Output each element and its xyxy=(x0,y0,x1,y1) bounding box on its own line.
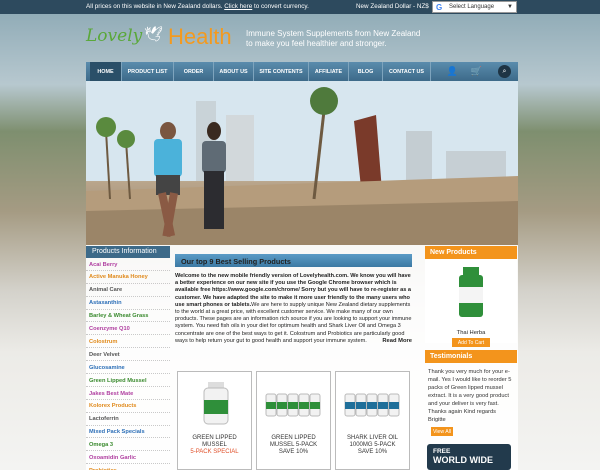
sidebar-item[interactable]: Colostrum xyxy=(86,335,170,349)
sidebar-item[interactable]: Green Lipped Mussel xyxy=(86,374,170,387)
nav-contact-us[interactable]: CONTACT US xyxy=(383,62,431,81)
banner-line1: FREE xyxy=(433,448,451,455)
nav-product-list[interactable]: PRODUCT LIST xyxy=(122,62,174,81)
nav-site-contents[interactable]: SITE CONTENTS xyxy=(254,62,309,81)
site-tagline: Immune System Supplements from New Zeala… xyxy=(246,29,420,49)
google-icon: G xyxy=(436,3,443,12)
language-select[interactable]: G Select Language ▼ xyxy=(432,1,517,13)
nav-home[interactable]: HOME xyxy=(90,62,122,81)
testimonials: Testimonials Thank you very much for you… xyxy=(425,350,517,436)
convert-currency-link[interactable]: Click here xyxy=(224,3,252,10)
product-card[interactable]: GREEN LIPPED MUSSEL 5-PACK SAVE 10% xyxy=(256,371,331,470)
intro-text: Welcome to the new mobile friendly versi… xyxy=(175,273,412,345)
hero-image xyxy=(86,81,518,245)
free-shipping-banner[interactable]: FREE WORLD WIDE xyxy=(427,444,511,470)
currency-message: All prices on this website in New Zealan… xyxy=(86,3,309,10)
sidebar-item[interactable]: Active Manuka Honey xyxy=(86,271,170,284)
intro-rest: We are here to supply unique New Zealand… xyxy=(175,301,412,344)
logo-health: Health xyxy=(168,24,232,49)
search-icon[interactable]: ⌕ xyxy=(498,65,511,78)
product-card[interactable]: SHARK LIVER OIL 1000MG 5-PACK SAVE 10% xyxy=(335,371,410,470)
product-name: GREEN LIPPED MUSSEL 5-PACK SAVE 10% xyxy=(269,435,318,456)
new-product-card[interactable]: Thai Herba Add To Cart xyxy=(425,259,517,347)
sidebar-item[interactable]: Mixed Pack Specials xyxy=(86,426,170,439)
chevron-down-icon: ▼ xyxy=(507,4,513,10)
site-logo[interactable]: Lovely 🕊 Health xyxy=(86,22,246,54)
sidebar-item[interactable]: Coenzyme Q10 xyxy=(86,322,170,336)
product-name: GREEN LIPPED MUSSEL 5-PACK SPECIAL xyxy=(190,435,239,456)
nav-about-us[interactable]: ABOUT US xyxy=(214,62,254,81)
testimonials-title: Testimonials xyxy=(425,350,517,363)
language-select-label: Select Language xyxy=(449,4,495,10)
sidebar-item[interactable]: Kolorex Products xyxy=(86,400,170,413)
product-name: SHARK LIVER OIL 1000MG 5-PACK SAVE 10% xyxy=(346,435,399,456)
sidebar-item[interactable]: Acai Berry xyxy=(86,258,170,271)
view-all-button[interactable]: View All xyxy=(431,427,453,436)
sidebar-item[interactable]: Astaxanthin xyxy=(86,297,170,310)
currency-selector[interactable]: New Zealand Dollar - NZ$ xyxy=(356,3,429,10)
new-product-name: Thai Herba xyxy=(456,330,486,336)
nav-affiliate[interactable]: AFFILIATE xyxy=(309,62,349,81)
add-to-cart-button[interactable]: Add To Cart xyxy=(452,338,490,347)
sidebar-item[interactable]: Deer Velvet xyxy=(86,348,170,362)
main-navigation: HOME PRODUCT LIST ORDER ABOUT US SITE CO… xyxy=(86,62,518,81)
nav-blog[interactable]: BLOG xyxy=(349,62,383,81)
cart-icon[interactable]: 🛒 xyxy=(470,65,483,78)
nav-order[interactable]: ORDER xyxy=(174,62,214,81)
sidebar-item[interactable]: Lactoferrin xyxy=(86,413,170,426)
sidebar-item[interactable]: Probiotics xyxy=(86,464,170,470)
hero-banner xyxy=(86,81,518,245)
right-sidebar: New Products Thai Herba Add To Cart Test… xyxy=(425,246,517,470)
user-icon[interactable]: 👤 xyxy=(446,65,459,78)
logo-lovely: Lovely xyxy=(86,26,143,46)
bird-icon: 🕊 xyxy=(144,26,164,43)
product-card[interactable]: GREEN LIPPED MUSSEL 5-PACK SPECIAL xyxy=(177,371,252,470)
main-content: Our top 9 Best Selling Products Welcome … xyxy=(175,254,412,470)
testimonial-text: Thank you very much for your e-mail. Yes… xyxy=(428,369,512,423)
products-sidebar: Products Information Acai Berry Active Ma… xyxy=(86,246,170,470)
sidebar-item[interactable]: Barley & Wheat Grass xyxy=(86,310,170,323)
sidebar-item[interactable]: Oxoamidin Garlic xyxy=(86,451,170,465)
product-image xyxy=(203,382,229,425)
main-title: Our top 9 Best Selling Products xyxy=(175,254,412,267)
product-image xyxy=(265,393,321,417)
new-products-title: New Products xyxy=(425,246,517,259)
sidebar-item[interactable]: Jakes Best Mate xyxy=(86,387,170,400)
tagline-line2: to make you feel healthier and stronger. xyxy=(246,39,387,48)
sidebar-item[interactable]: Animal Care xyxy=(86,284,170,297)
sidebar-title: Products Information xyxy=(86,246,170,258)
sidebar-item[interactable]: Glucosamine xyxy=(86,361,170,375)
product-image xyxy=(459,267,483,317)
banner-line2: WORLD WIDE xyxy=(433,455,493,465)
product-image xyxy=(344,393,400,417)
topbar: All prices on this website in New Zealan… xyxy=(0,0,600,14)
tagline-line1: Immune System Supplements from New Zeala… xyxy=(246,29,421,38)
sidebar-item[interactable]: Omega 3 xyxy=(86,438,170,452)
